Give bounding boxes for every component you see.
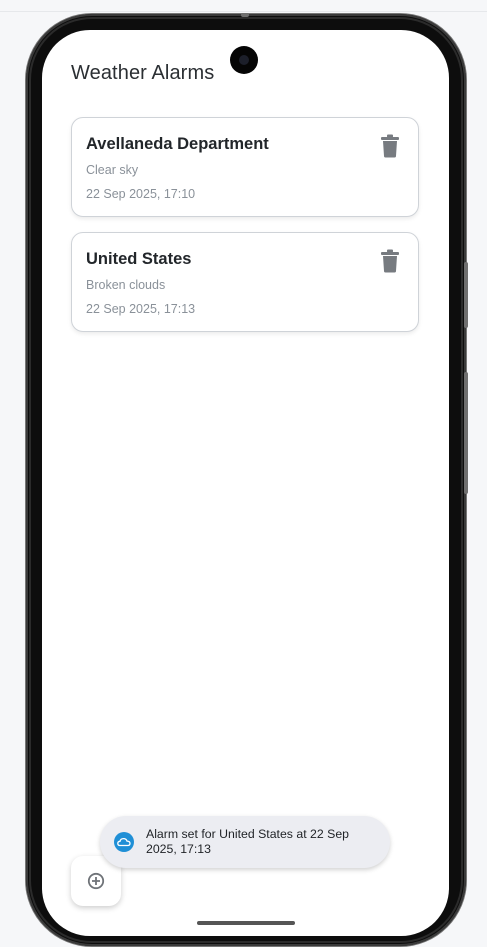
alarm-card[interactable]: United States Broken clouds 22 Sep 2025,…: [71, 232, 419, 332]
alarm-location: United States: [86, 250, 192, 268]
cloud-icon: [114, 832, 134, 852]
page-title: Weather Alarms: [71, 62, 215, 84]
add-circle-icon: [87, 872, 105, 890]
top-divider: [0, 11, 487, 12]
alarm-datetime: 22 Sep 2025, 17:13: [86, 302, 196, 316]
delete-alarm-button[interactable]: [380, 249, 400, 273]
alarm-condition: Clear sky: [86, 163, 139, 177]
front-camera: [230, 46, 258, 74]
power-button: [464, 372, 468, 494]
top-sensor: [241, 13, 249, 17]
snackbar-message: Alarm set for United States at 22 Sep 20…: [146, 827, 350, 856]
delete-alarm-button[interactable]: [380, 134, 400, 158]
home-indicator[interactable]: [197, 921, 295, 925]
trash-icon: [381, 249, 399, 273]
alarm-location: Avellaneda Department: [86, 135, 269, 153]
volume-button: [464, 262, 468, 328]
alarm-card[interactable]: Avellaneda Department Clear sky 22 Sep 2…: [71, 117, 419, 217]
page-background: Weather Alarms Avellaneda Department Cle…: [0, 0, 487, 947]
trash-icon: [381, 134, 399, 158]
alarm-datetime: 22 Sep 2025, 17:10: [86, 187, 196, 201]
alarm-condition: Broken clouds: [86, 278, 166, 292]
app-screen: Weather Alarms Avellaneda Department Cle…: [42, 30, 449, 936]
snackbar-toast: Alarm set for United States at 22 Sep 20…: [100, 816, 390, 868]
